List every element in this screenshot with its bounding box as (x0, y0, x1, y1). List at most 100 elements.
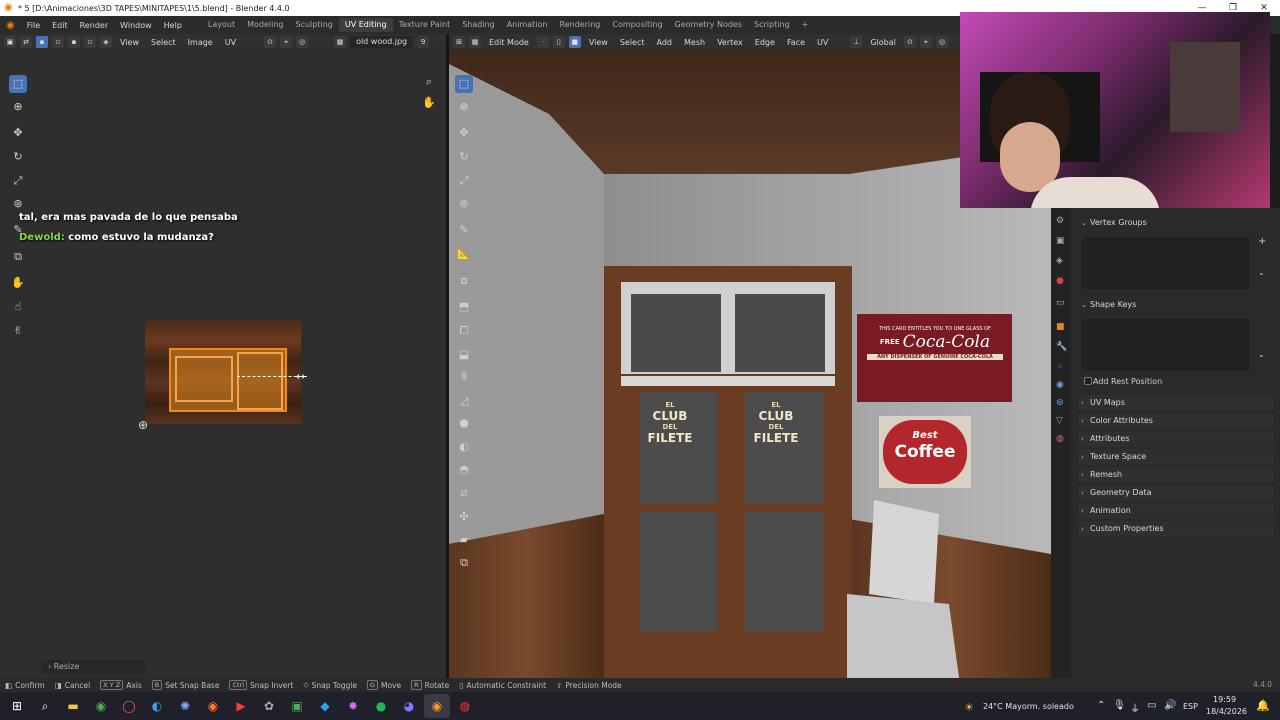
network-icon[interactable]: ▭ (1147, 700, 1156, 711)
menu-help[interactable]: Help (158, 21, 188, 30)
search-icon[interactable]: ⌕ (32, 694, 58, 718)
constraints-tab-icon[interactable]: ⊚ (1056, 398, 1064, 408)
custom-properties-panel[interactable]: › Custom Properties (1078, 521, 1274, 537)
smooth-icon[interactable]: ◓ (455, 461, 473, 479)
tab-animation[interactable]: Animation (501, 18, 554, 32)
editor-type-icon[interactable]: ⊞ (453, 36, 465, 48)
face-select-icon[interactable]: ■ (568, 36, 581, 48)
tab-scripting[interactable]: Scripting (748, 18, 796, 32)
sticky-mode-icon[interactable]: ◈ (100, 36, 112, 48)
vertex-groups-list[interactable] (1082, 237, 1250, 289)
edge-select-icon[interactable]: ▫ (52, 36, 64, 48)
color-attributes-panel[interactable]: › Color Attributes (1078, 413, 1274, 429)
scale-icon[interactable]: ⤢ (9, 172, 27, 190)
tab-modeling[interactable]: Modeling (241, 18, 289, 32)
attributes-panel[interactable]: › Attributes (1078, 431, 1274, 447)
shape-keys-panel[interactable]: ⌄ Shape Keys (1078, 297, 1274, 313)
poly-build-icon[interactable]: ⬟ (455, 415, 473, 433)
youtube-app-icon[interactable]: ▶ (228, 694, 254, 718)
tab-layout[interactable]: Layout (202, 18, 241, 32)
viewport-menu-view[interactable]: View (585, 38, 612, 47)
animation-panel[interactable]: › Animation (1078, 503, 1274, 519)
cursor-icon[interactable]: ⊕ (455, 98, 473, 116)
notification-bell-icon[interactable]: 🔔 (1256, 699, 1270, 712)
image-browse-icon[interactable]: ▦ (334, 36, 347, 48)
move-icon[interactable]: ✥ (9, 124, 27, 142)
physics-tab-icon[interactable]: ◉ (1056, 380, 1064, 390)
pan-hand-icon[interactable]: ✋ (420, 94, 438, 112)
menu-render[interactable]: Render (74, 21, 114, 30)
geometry-data-panel[interactable]: › Geometry Data (1078, 485, 1274, 501)
uv-island-right-pane[interactable] (237, 352, 283, 410)
menu-file[interactable]: File (21, 21, 46, 30)
collection-tab-icon[interactable]: ▭ (1056, 298, 1065, 308)
tab-compositing[interactable]: Compositing (606, 18, 668, 32)
blender-app-icon[interactable]: ◉ (200, 694, 226, 718)
pinch-icon[interactable]: ✌ (9, 322, 27, 340)
rotate-icon[interactable]: ↻ (455, 148, 473, 166)
transform-icon[interactable]: ⊛ (455, 195, 473, 213)
volume-icon[interactable]: 🔊 (1164, 700, 1176, 711)
zoom-icon[interactable]: ⌕ (420, 73, 438, 91)
tab-shading[interactable]: Shading (456, 18, 501, 32)
snap-icon[interactable]: ⌖ (280, 36, 293, 48)
rip-region-icon[interactable]: ⧉ (455, 554, 473, 572)
viewport-menu-uv[interactable]: UV (813, 38, 832, 47)
pivot-icon[interactable]: ⊙ (903, 36, 916, 48)
chrome-icon[interactable]: ◉ (88, 694, 114, 718)
rip-region-icon[interactable]: ⧉ (9, 248, 27, 266)
vertex-groups-panel[interactable]: ⌄ Vertex Groups (1078, 215, 1274, 231)
data-tab-icon[interactable]: ▽ (1056, 416, 1063, 426)
blender-running-icon[interactable]: ◉ (424, 694, 450, 718)
menu-edit[interactable]: Edit (46, 21, 74, 30)
particles-tab-icon[interactable]: ⁘ (1056, 362, 1064, 372)
tab-sculpting[interactable]: Sculpting (290, 18, 339, 32)
start-windows-icon[interactable]: ⊞ (4, 694, 30, 718)
language-indicator[interactable]: ESP (1183, 702, 1198, 711)
loop-cut-icon[interactable]: ⫴ (455, 368, 473, 386)
annotate-icon[interactable]: ✎ (455, 221, 473, 239)
viewport-menu-add[interactable]: Add (653, 38, 677, 47)
knife-icon[interactable]: ◿ (455, 392, 473, 410)
menu-window[interactable]: Window (114, 21, 158, 30)
uv-island-left-pane[interactable] (175, 356, 233, 402)
tab-geometry-nodes[interactable]: Geometry Nodes (669, 18, 748, 32)
opera-icon[interactable]: ◯ (116, 694, 142, 718)
proportional-edit-icon[interactable]: ◎ (935, 36, 948, 48)
extrude-icon[interactable]: ⬒ (455, 298, 473, 316)
modifier-tab-icon[interactable]: 🔧 (1056, 342, 1067, 352)
image-users-count[interactable]: 9 (417, 36, 430, 48)
mode-icon[interactable]: ▦ (469, 36, 481, 48)
uv-maps-panel[interactable]: › UV Maps (1078, 395, 1274, 411)
move-icon[interactable]: ✥ (455, 124, 473, 142)
pivot-icon[interactable]: ⊙ (264, 36, 277, 48)
remesh-panel[interactable]: › Remesh (1078, 467, 1274, 483)
orientation-selector[interactable]: Global (866, 38, 900, 47)
usb-icon[interactable]: ⏚ (1130, 700, 1140, 715)
edge-icon[interactable]: ◐ (144, 694, 170, 718)
uv-menu-select[interactable]: Select (147, 38, 180, 47)
app-icon-settings[interactable]: ✿ (256, 694, 282, 718)
shape-keys-list[interactable] (1082, 319, 1250, 371)
add-cube-icon[interactable]: ⧈ (455, 272, 473, 290)
discord-icon[interactable]: ◕ (396, 694, 422, 718)
inset-icon[interactable]: ⧠ (455, 322, 473, 340)
world-tab-icon[interactable]: ● (1056, 276, 1064, 286)
select-box-icon[interactable]: ⬚ (9, 75, 27, 93)
shear-icon[interactable]: ▰ (455, 531, 473, 549)
spotify-icon[interactable]: ● (368, 694, 394, 718)
measure-icon[interactable]: 📐 (455, 245, 473, 263)
viewport-menu-face[interactable]: Face (783, 38, 809, 47)
rotate-icon[interactable]: ↻ (9, 148, 27, 166)
uv-texture-image[interactable] (145, 320, 307, 424)
edge-select-icon[interactable]: ▯ (552, 36, 565, 48)
face-select-icon[interactable]: ▪ (68, 36, 80, 48)
snap-icon[interactable]: ⌖ (919, 36, 932, 48)
material-tab-icon[interactable]: ◍ (1056, 434, 1064, 444)
object-tab-icon[interactable]: ■ (1056, 322, 1065, 332)
transform-icon[interactable]: ⊛ (9, 195, 27, 213)
uv-menu-view[interactable]: View (116, 38, 143, 47)
file-explorer-icon[interactable]: ▬ (60, 694, 86, 718)
mode-selector[interactable]: Edit Mode (485, 38, 533, 47)
scene-tab-icon[interactable]: ◈ (1056, 256, 1063, 266)
